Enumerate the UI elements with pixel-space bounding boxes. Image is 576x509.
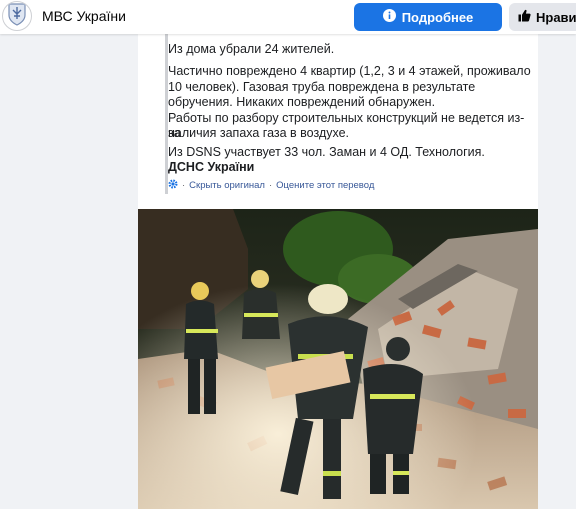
separator-text: · <box>182 180 186 191</box>
more-button-label: Подробнее <box>401 9 474 25</box>
post-text-line: 10 человек). Газовая труба повреждена в … <box>168 79 476 94</box>
post-text-line: обручения. Никаких повреждений обнаружен… <box>168 95 436 109</box>
thumbs-up-icon <box>518 9 531 25</box>
page-header-bar: МВС України Подробнее Нравит <box>0 0 576 34</box>
like-button-label: Нравит <box>536 9 576 25</box>
translated-post-text: Из дома убрали 24 жителей. Частично повр… <box>165 34 536 194</box>
more-info-button[interactable]: Подробнее <box>354 3 502 31</box>
coat-of-arms-icon <box>6 2 28 30</box>
like-page-button[interactable]: Нравит <box>509 3 576 31</box>
page-avatar[interactable] <box>2 1 32 31</box>
translation-bar: · Скрыть оригинал · Оцените этот перевод <box>168 179 374 192</box>
post-text-line: Частично повреждено 4 квартир (1,2, 3 и … <box>168 64 531 78</box>
separator-text: · <box>268 180 273 191</box>
post-text-line: наличия запаха газа в воздухе. <box>168 126 350 140</box>
post-card: Из дома убрали 24 жителей. Частично повр… <box>138 34 538 509</box>
post-photo[interactable] <box>138 209 538 509</box>
page-name[interactable]: МВС України <box>42 8 126 24</box>
hide-original-link[interactable]: Скрыть оригинал <box>189 180 265 191</box>
rate-translation-link[interactable]: Оцените этот перевод <box>276 180 374 191</box>
info-icon <box>382 9 396 25</box>
post-source-label[interactable]: ДСНС України <box>168 160 536 176</box>
post-text-line: Из дома убрали 24 жителей. <box>168 42 335 56</box>
gear-icon <box>168 179 178 192</box>
post-text-line: Из DSNS участвует 33 чол. Заман и 4 ОД. … <box>168 145 485 159</box>
